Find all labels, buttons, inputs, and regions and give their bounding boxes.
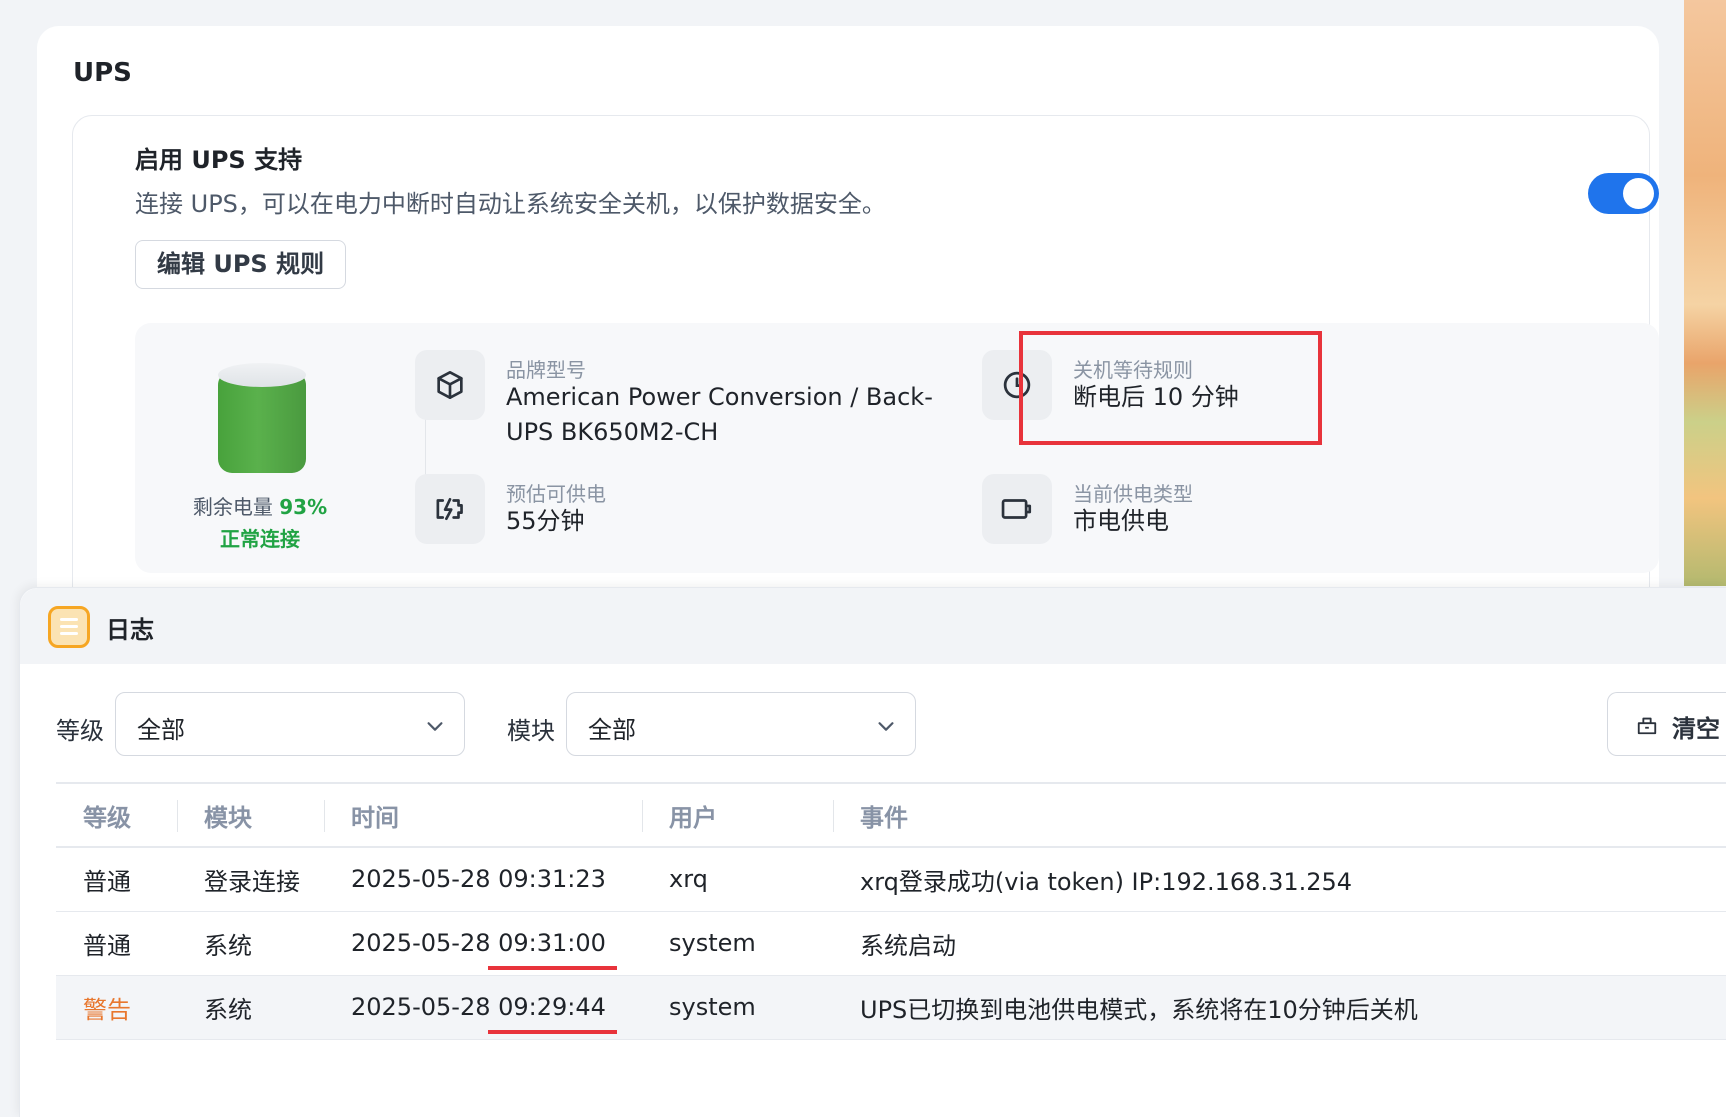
table-row[interactable]: 普通 系统 2025-05-28 09:31:00 system 系统启动 bbox=[56, 911, 1726, 976]
log-window: 日志 等级 全部 模块 全部 清空 等级 模块 时间 用户 事件 普通 登录连接… bbox=[19, 587, 1726, 1117]
power-type-value: 市电供电 bbox=[1073, 507, 1169, 535]
battery-outline-icon bbox=[982, 474, 1052, 544]
battery-level-label: 剩余电量 bbox=[192, 495, 273, 519]
enable-ups-description: 连接 UPS，可以在电力中断时自动让系统安全关机，以保护数据安全。 bbox=[135, 190, 886, 218]
log-event: xrq登录成功(via token) IP:192.168.31.254 bbox=[833, 847, 1726, 912]
battery-graphic bbox=[218, 363, 306, 473]
desktop-wallpaper bbox=[1684, 0, 1726, 586]
column-header-time[interactable]: 时间 bbox=[324, 782, 642, 848]
annotation-underline bbox=[488, 966, 617, 970]
clear-log-label: 清空 bbox=[1672, 715, 1720, 743]
log-module: 系统 bbox=[177, 975, 324, 1040]
level-filter-value: 全部 bbox=[137, 716, 185, 744]
level-filter-label: 等级 bbox=[56, 717, 104, 745]
ups-enable-panel: 启用 UPS 支持 连接 UPS，可以在电力中断时自动让系统安全关机，以保护数据… bbox=[72, 115, 1659, 635]
runtime-value: 55分钟 bbox=[506, 507, 585, 535]
column-header-module[interactable]: 模块 bbox=[177, 782, 324, 848]
module-filter-value: 全部 bbox=[588, 716, 636, 744]
log-date: 2025-05-28 bbox=[351, 929, 491, 957]
column-header-event[interactable]: 事件 bbox=[833, 782, 1726, 848]
module-filter-select[interactable]: 全部 bbox=[566, 692, 916, 756]
annotation-highlight-box bbox=[1019, 331, 1322, 445]
log-clock: 09:31:00 bbox=[498, 929, 606, 957]
log-module: 登录连接 bbox=[177, 847, 324, 912]
log-clock: 09:31:23 bbox=[498, 865, 606, 894]
log-event: 系统启动 bbox=[833, 911, 1726, 976]
module-filter-label: 模块 bbox=[507, 717, 555, 745]
enable-ups-title: 启用 UPS 支持 bbox=[135, 146, 303, 174]
log-level: 警告 bbox=[56, 975, 177, 1040]
log-module: 系统 bbox=[177, 911, 324, 976]
level-filter-select[interactable]: 全部 bbox=[115, 692, 465, 756]
log-level: 普通 bbox=[56, 911, 177, 976]
runtime-label: 预估可供电 bbox=[506, 482, 606, 506]
chevron-down-icon bbox=[878, 722, 894, 731]
log-clock: 09:29:44 bbox=[498, 993, 606, 1021]
chevron-down-icon bbox=[427, 722, 443, 731]
log-user: xrq bbox=[642, 847, 833, 912]
log-table: 等级 模块 时间 用户 事件 普通 登录连接 2025-05-28 09:31:… bbox=[56, 782, 1726, 1040]
table-row[interactable]: 普通 登录连接 2025-05-28 09:31:23 xrq xrq登录成功(… bbox=[56, 847, 1726, 912]
battery-charging-icon bbox=[415, 474, 485, 544]
log-event: UPS已切换到电池供电模式，系统将在10分钟后关机 bbox=[833, 975, 1726, 1040]
clear-icon bbox=[1637, 717, 1657, 735]
table-row[interactable]: 警告 系统 2025-05-28 09:29:44 system UPS已切换到… bbox=[56, 975, 1726, 1040]
log-date: 2025-05-28 bbox=[351, 993, 491, 1021]
connection-status: 正常连接 bbox=[220, 527, 300, 551]
log-time: 2025-05-28 09:31:00 bbox=[324, 911, 642, 976]
log-user: system bbox=[642, 911, 833, 976]
log-table-header: 等级 模块 时间 用户 事件 bbox=[56, 782, 1726, 848]
ups-settings-card: UPS 启用 UPS 支持 连接 UPS，可以在电力中断时自动让系统安全关机，以… bbox=[37, 26, 1659, 635]
column-header-level[interactable]: 等级 bbox=[56, 782, 177, 848]
toggle-knob bbox=[1623, 178, 1654, 209]
page-title: UPS bbox=[73, 58, 132, 88]
power-type-label: 当前供电类型 bbox=[1073, 482, 1193, 506]
enable-ups-toggle[interactable] bbox=[1588, 173, 1659, 214]
column-header-user[interactable]: 用户 bbox=[642, 782, 833, 848]
battery-level-value: 93% bbox=[279, 495, 328, 519]
model-label: 品牌型号 bbox=[506, 358, 586, 382]
log-app-icon bbox=[48, 606, 90, 648]
log-time: 2025-05-28 09:29:44 bbox=[324, 975, 642, 1040]
edit-ups-rules-button[interactable]: 编辑 UPS 规则 bbox=[135, 240, 347, 289]
log-user: system bbox=[642, 975, 833, 1040]
battery-level: 剩余电量 93% bbox=[175, 491, 345, 520]
ups-status-area: 剩余电量 93% 正常连接 品牌型号 American Power Conver… bbox=[135, 323, 1659, 573]
log-window-title: 日志 bbox=[106, 616, 154, 644]
log-time: 2025-05-28 09:31:23 bbox=[324, 847, 642, 912]
log-date: 2025-05-28 bbox=[351, 865, 491, 894]
cube-icon bbox=[415, 350, 485, 420]
model-value: American Power Conversion / Back-UPS BK6… bbox=[506, 383, 933, 446]
log-window-titlebar[interactable]: 日志 bbox=[20, 588, 1726, 664]
annotation-underline bbox=[488, 1030, 617, 1034]
clear-log-button[interactable]: 清空 bbox=[1607, 692, 1726, 756]
log-level: 普通 bbox=[56, 847, 177, 912]
